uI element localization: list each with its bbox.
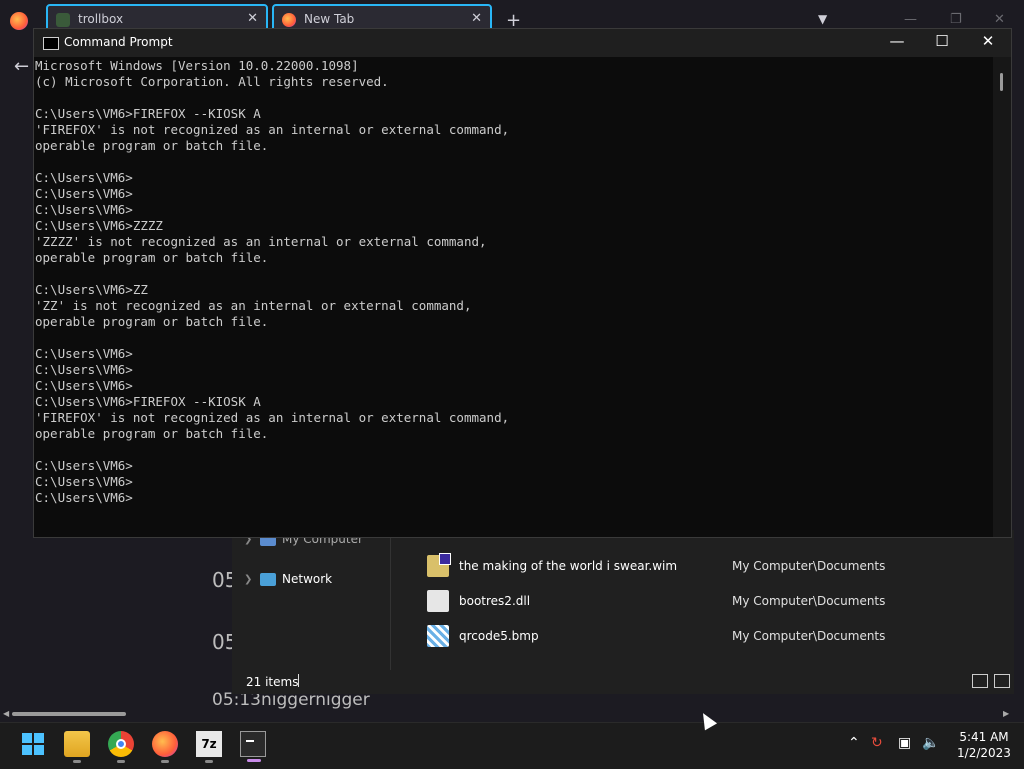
clock-date: 1/2/2023 xyxy=(957,746,1011,760)
volume-icon[interactable]: 🔈 xyxy=(922,735,939,751)
7zip-label: 7z xyxy=(201,737,217,751)
scroll-left-icon[interactable]: ◀ xyxy=(3,709,9,718)
vertical-scrollbar[interactable] xyxy=(993,57,1011,537)
navigation-pane: ❯ My Computer ❯ Network xyxy=(232,530,391,670)
terminal-icon[interactable] xyxy=(240,731,266,762)
file-location: My Computer\Documents xyxy=(732,594,886,608)
window-title: Command Prompt xyxy=(64,35,173,49)
running-indicator xyxy=(205,760,213,763)
taskbar: 7z ⌃ ↻ ▣ 🔈 5:41 AM 1/2/2023 xyxy=(0,722,1024,769)
maximize-icon[interactable]: ☐ xyxy=(919,32,965,50)
clock[interactable]: 5:41 AM 1/2/2023 xyxy=(950,729,1018,761)
firefox-logo-icon xyxy=(10,12,28,30)
minimize-icon[interactable]: — xyxy=(874,32,920,50)
scrollbar-thumb[interactable] xyxy=(1000,73,1003,91)
file-location: My Computer\Documents xyxy=(732,559,886,573)
item-count: 21 items xyxy=(246,675,299,689)
file-name: bootres2.dll xyxy=(459,594,531,608)
cmd-app-icon xyxy=(43,37,59,50)
running-indicator xyxy=(117,760,125,763)
file-name: qrcode5.bmp xyxy=(459,629,539,643)
firefox-icon[interactable] xyxy=(152,731,178,763)
details-view-icon[interactable] xyxy=(972,674,988,688)
network-icon xyxy=(260,572,276,586)
dll-file-icon xyxy=(427,590,449,612)
command-prompt-window[interactable]: Command Prompt — ☐ ✕ Microsoft Windows [… xyxy=(33,28,1012,538)
7zip-icon[interactable]: 7z xyxy=(196,731,222,763)
horizontal-scrollbar[interactable]: ◀ ▶ xyxy=(0,706,1024,722)
large-icons-view-icon[interactable] xyxy=(994,674,1010,688)
scroll-right-icon[interactable]: ▶ xyxy=(1003,709,1009,718)
windows-start-icon[interactable] xyxy=(20,731,46,757)
tab-close-icon[interactable]: ✕ xyxy=(247,11,258,26)
scrollbar-thumb[interactable] xyxy=(12,712,126,716)
tab-close-icon[interactable]: ✕ xyxy=(471,11,482,26)
status-bar: 21 items xyxy=(232,670,1014,694)
active-indicator xyxy=(247,759,261,762)
file-explorer-window: ❯ My Computer ❯ Network the making of th… xyxy=(232,530,1014,694)
title-bar[interactable]: Command Prompt — ☐ ✕ xyxy=(34,29,1011,57)
tab-favicon-icon xyxy=(56,13,70,27)
wim-file-icon xyxy=(427,553,451,577)
file-row[interactable]: the making of the world i swear.wim My C… xyxy=(424,552,984,582)
restore-icon[interactable]: ❐ xyxy=(950,12,962,27)
running-indicator xyxy=(73,760,81,763)
file-location: My Computer\Documents xyxy=(732,629,886,643)
minimize-icon[interactable]: — xyxy=(904,12,917,27)
tab-favicon-icon xyxy=(282,13,296,27)
sync-icon[interactable]: ↻ xyxy=(871,735,883,751)
tab-title: trollbox xyxy=(78,12,124,26)
chrome-icon[interactable] xyxy=(108,731,134,763)
clock-time: 5:41 AM xyxy=(959,730,1009,744)
nav-item-label: Network xyxy=(282,572,333,586)
close-icon[interactable]: ✕ xyxy=(994,12,1005,27)
file-name: the making of the world i swear.wim xyxy=(459,559,678,573)
status-separator xyxy=(298,674,299,687)
network-tray-icon[interactable]: ▣ xyxy=(898,735,911,751)
file-row[interactable]: qrcode5.bmp My Computer\Documents xyxy=(424,622,984,652)
close-icon[interactable]: ✕ xyxy=(965,32,1011,50)
console-output[interactable]: Microsoft Windows [Version 10.0.22000.10… xyxy=(35,58,993,536)
chevron-up-icon[interactable]: ⌃ xyxy=(848,735,860,751)
running-indicator xyxy=(161,760,169,763)
bmp-file-icon xyxy=(427,625,449,647)
file-row[interactable]: bootres2.dll My Computer\Documents xyxy=(424,587,984,617)
chevron-down-icon[interactable]: ▼ xyxy=(818,12,827,26)
file-explorer-icon[interactable] xyxy=(64,731,90,763)
nav-item-network[interactable]: ❯ Network xyxy=(244,572,332,586)
back-arrow-icon[interactable]: ← xyxy=(14,56,29,77)
chevron-right-icon[interactable]: ❯ xyxy=(244,574,254,585)
tab-title: New Tab xyxy=(304,12,355,26)
